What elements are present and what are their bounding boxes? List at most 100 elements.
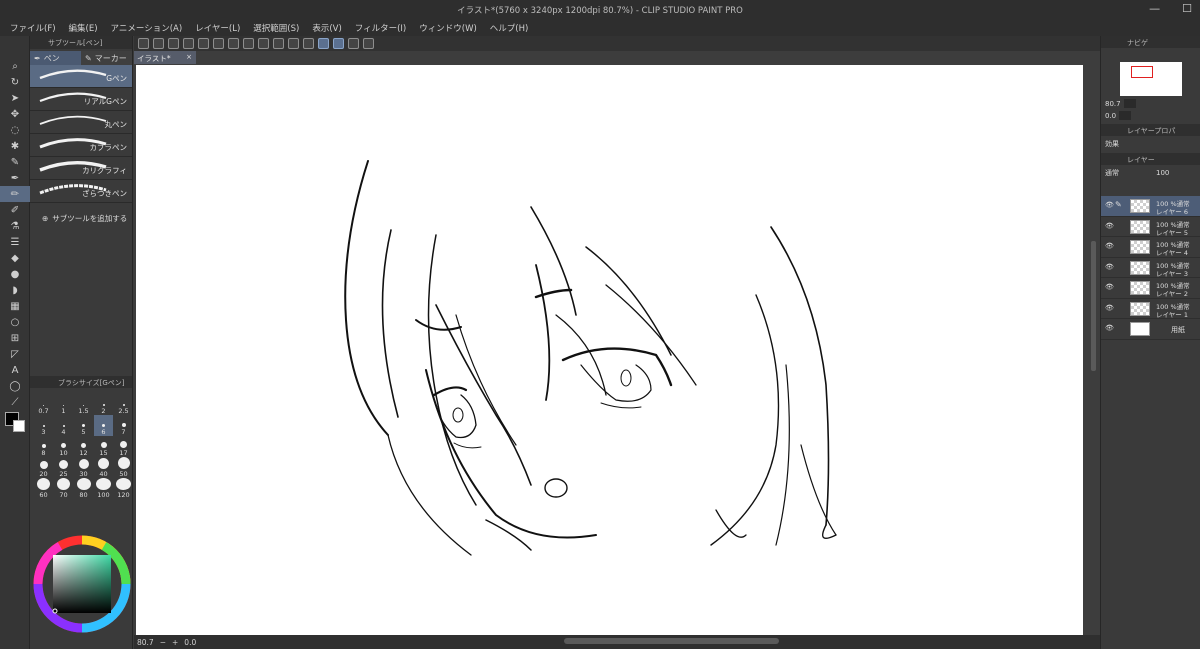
angle-value[interactable]: 0.0	[184, 638, 196, 647]
deselect-icon[interactable]	[273, 38, 284, 49]
brush-item-real-g-pen[interactable]: リアルGペン	[30, 88, 132, 111]
balloon-tool-icon[interactable]: ◯	[0, 378, 30, 394]
brush-size-item[interactable]: 2.5	[114, 394, 133, 415]
snap-special-ruler-icon[interactable]	[333, 38, 344, 49]
layer-row[interactable]: 👁 100 %通常 レイヤー 3	[1101, 258, 1200, 278]
drawing-canvas[interactable]	[136, 65, 1083, 635]
layers-tab[interactable]: レイヤー	[1101, 153, 1200, 165]
vertical-scrollbar[interactable]	[1091, 241, 1096, 371]
opacity-value[interactable]: 100	[1156, 169, 1169, 177]
zoom-value[interactable]: 80.7	[137, 638, 154, 647]
menu-help[interactable]: ヘルプ(H)	[490, 22, 529, 34]
brush-size-item[interactable]: 100	[94, 478, 113, 499]
correct-line-tool-icon[interactable]: ⟋	[0, 394, 30, 410]
brush-size-item[interactable]: 2	[94, 394, 113, 415]
brush-size-item[interactable]: 5	[74, 415, 93, 436]
layer-row[interactable]: 👁 ✎ 100 %通常 レイヤー 6	[1101, 196, 1200, 217]
airbrush-tool-icon[interactable]: ⚗	[0, 218, 30, 234]
redo-icon[interactable]	[213, 38, 224, 49]
brush-size-item[interactable]: 4	[54, 415, 73, 436]
crop-icon[interactable]	[303, 38, 314, 49]
brush-size-item[interactable]: 50	[114, 457, 133, 478]
eye-icon[interactable]: 👁	[1105, 263, 1114, 271]
menu-view[interactable]: 表示(V)	[312, 22, 341, 34]
brush-size-item[interactable]: 12	[74, 436, 93, 457]
ruler-tool-icon[interactable]: ◸	[0, 346, 30, 362]
brush-size-item[interactable]: 0.7	[34, 394, 53, 415]
eye-icon[interactable]: 👁	[1105, 324, 1114, 332]
blend-tool-icon[interactable]: ●	[0, 266, 30, 282]
navigator-angle-slider[interactable]	[1119, 111, 1132, 120]
decoration-tool-icon[interactable]: ☰	[0, 234, 30, 250]
frame-tool-icon[interactable]: ⊞	[0, 330, 30, 346]
brush-tool-icon[interactable]: ✐	[0, 202, 30, 218]
brush-size-item[interactable]: 3	[34, 415, 53, 436]
navigator-zoom-slider[interactable]	[1123, 99, 1136, 108]
eye-icon[interactable]: 👁	[1105, 242, 1114, 250]
brush-size-item[interactable]: 40	[94, 457, 113, 478]
auto-select-tool-icon[interactable]: ✱	[0, 138, 30, 154]
menu-animation[interactable]: アニメーション(A)	[111, 22, 183, 34]
menu-layer[interactable]: レイヤー(L)	[195, 22, 240, 34]
brush-size-item[interactable]: 10	[54, 436, 73, 457]
eyedropper-tool-icon[interactable]: ✎	[0, 154, 30, 170]
navigator-angle-value[interactable]: 0.0	[1105, 112, 1116, 120]
layer-row[interactable]: 👁 100 %通常 レイヤー 1	[1101, 299, 1200, 319]
menu-file[interactable]: ファイル(F)	[10, 22, 56, 34]
invert-selection-icon[interactable]	[288, 38, 299, 49]
zoom-out-icon[interactable]: −	[160, 638, 166, 647]
group-tab-pen[interactable]: ✒ ペン	[30, 51, 81, 65]
snap-ruler-icon[interactable]	[318, 38, 329, 49]
ruler-icon[interactable]	[363, 38, 374, 49]
menu-edit[interactable]: 編集(E)	[69, 22, 98, 34]
brush-item-kabura-pen[interactable]: カブラペン	[30, 134, 132, 157]
eye-icon[interactable]: 👁	[1105, 283, 1114, 291]
app-icon[interactable]	[138, 38, 149, 49]
eraser-tool-icon[interactable]: ◆	[0, 250, 30, 266]
text-tool-icon[interactable]: A	[0, 362, 30, 378]
layer-row[interactable]: 👁 100 %通常 レイヤー 5	[1101, 217, 1200, 237]
pen-tool-icon[interactable]: ✒	[0, 170, 30, 186]
menu-filter[interactable]: フィルター(I)	[355, 22, 406, 34]
brush-size-item[interactable]: 6	[94, 415, 113, 436]
brush-size-item[interactable]: 70	[54, 478, 73, 499]
brush-item-calligraphy[interactable]: カリグラフィ	[30, 157, 132, 180]
open-file-icon[interactable]	[168, 38, 179, 49]
layer-row[interactable]: 👁 100 %通常 レイヤー 4	[1101, 237, 1200, 258]
horizontal-scrollbar[interactable]	[564, 638, 779, 644]
snap-grid-icon[interactable]	[348, 38, 359, 49]
hand-tool-icon[interactable]: ↻	[0, 74, 30, 90]
layer-row[interactable]: 👁 100 %通常 レイヤー 2	[1101, 278, 1200, 299]
menu-selection[interactable]: 選択範囲(S)	[253, 22, 299, 34]
layer-row-paper[interactable]: 👁 用紙	[1101, 319, 1200, 340]
zoom-in-icon[interactable]: +	[172, 638, 178, 647]
lasso-tool-icon[interactable]: ◌	[0, 122, 30, 138]
brush-item-rough-pen[interactable]: ざらつきペン	[30, 180, 132, 203]
operation-tool-icon[interactable]: ➤	[0, 90, 30, 106]
zoom-tool-icon[interactable]: ⌕	[0, 58, 30, 74]
fill-tool-icon[interactable]: ◗	[0, 282, 30, 298]
fill-icon[interactable]	[243, 38, 254, 49]
brush-item-g-pen[interactable]: Gペン	[30, 65, 132, 88]
figure-tool-icon[interactable]: ○	[0, 314, 30, 330]
navigator-tab[interactable]: ナビゲ	[1101, 36, 1200, 48]
color-wheel[interactable]	[30, 511, 133, 649]
brush-item-maru-pen[interactable]: 丸ペン	[30, 111, 132, 134]
save-icon[interactable]	[183, 38, 194, 49]
group-tab-marker[interactable]: ✎ マーカー	[81, 51, 132, 65]
navigator-view-frame[interactable]	[1130, 66, 1153, 78]
brush-size-item[interactable]: 30	[74, 457, 93, 478]
brush-size-item[interactable]: 7	[114, 415, 133, 436]
transform-icon[interactable]	[258, 38, 269, 49]
minimize-button[interactable]: —	[1149, 2, 1160, 15]
brush-size-item[interactable]: 20	[34, 457, 53, 478]
brush-size-item[interactable]: 60	[34, 478, 53, 499]
brush-size-item[interactable]: 1.5	[74, 394, 93, 415]
pen-tool-selected-icon[interactable]: ✏	[0, 186, 30, 202]
maximize-button[interactable]: ☐	[1182, 2, 1192, 15]
eye-icon[interactable]: 👁	[1105, 201, 1114, 209]
brush-size-item[interactable]: 1	[54, 394, 73, 415]
brush-size-item[interactable]: 25	[54, 457, 73, 478]
eye-icon[interactable]: 👁	[1105, 304, 1114, 312]
document-tab[interactable]: イラスト* ×	[134, 51, 196, 64]
